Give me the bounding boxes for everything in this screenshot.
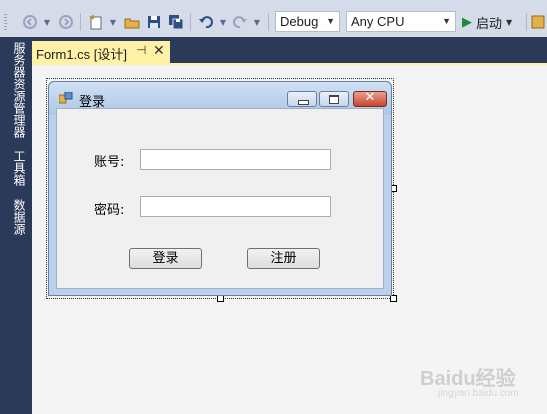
new-project-icon[interactable] xyxy=(86,12,106,32)
undo-icon[interactable] xyxy=(196,12,216,32)
back-icon[interactable] xyxy=(20,12,40,32)
solution-config-select[interactable]: Debug ▼ xyxy=(275,11,340,32)
form-client-area: 账号: 密码: 登录 注册 xyxy=(56,108,384,289)
tab-form1-design[interactable]: Form1.cs [设计] ⊣ ✕ xyxy=(32,41,170,63)
redo-icon[interactable] xyxy=(230,12,250,32)
start-button[interactable]: ▶ 启动 ▼ xyxy=(462,12,524,32)
new-dropdown-icon[interactable]: ▼ xyxy=(108,12,118,32)
login-button[interactable]: 登录 xyxy=(129,248,202,269)
maximize-button[interactable] xyxy=(319,91,349,107)
account-input[interactable] xyxy=(140,149,331,170)
form-icon xyxy=(59,92,73,104)
save-all-icon[interactable] xyxy=(166,12,186,32)
toolbar-separator xyxy=(190,13,191,31)
back-dropdown-icon[interactable]: ▼ xyxy=(42,12,52,32)
play-icon: ▶ xyxy=(462,14,472,30)
undo-dropdown-icon[interactable]: ▼ xyxy=(218,12,228,32)
redo-dropdown-icon[interactable]: ▼ xyxy=(252,12,262,32)
watermark: Baidu经验 xyxy=(420,368,516,390)
pin-icon[interactable]: ⊣ xyxy=(136,43,146,57)
auto-hide-panel: 服务器资源管理器 工具箱 数据源 xyxy=(0,37,32,414)
resize-handle-corner[interactable] xyxy=(390,295,397,302)
start-dropdown-icon: ▼ xyxy=(506,17,513,27)
save-icon[interactable] xyxy=(144,12,164,32)
standard-toolbar: ▼ ▼ ▼ ▼ Debug ▼ Any CPU ▼ ▶ 启动 ▼ xyxy=(0,6,547,38)
toolbar-separator xyxy=(526,13,527,31)
watermark-url: jingyan.baidu.com xyxy=(438,388,519,399)
close-icon[interactable]: ✕ xyxy=(153,42,165,59)
close-icon: ✕ xyxy=(364,90,376,105)
account-label: 账号: xyxy=(94,155,125,170)
tab-label: Form1.cs [设计] xyxy=(36,47,128,62)
toolbar-separator xyxy=(268,13,269,31)
minimize-button[interactable] xyxy=(287,91,317,107)
chevron-down-icon: ▼ xyxy=(442,16,451,26)
password-label: 密码: xyxy=(94,203,125,218)
chevron-down-icon: ▼ xyxy=(326,16,335,26)
data-sources-tab[interactable]: 数据源 xyxy=(6,199,28,235)
toolbox-tab[interactable]: 工具箱 xyxy=(6,150,28,186)
password-input[interactable] xyxy=(140,196,331,217)
open-folder-icon[interactable] xyxy=(122,12,142,32)
resize-handle-bottom[interactable] xyxy=(217,295,224,302)
toolbar-grip[interactable] xyxy=(4,14,7,30)
forward-icon[interactable] xyxy=(56,12,76,32)
solution-platform-select[interactable]: Any CPU ▼ xyxy=(346,11,456,32)
solution-config-value: Debug xyxy=(280,14,319,29)
server-explorer-tab[interactable]: 服务器资源管理器 xyxy=(6,42,28,138)
toolbar-separator xyxy=(80,13,81,31)
form-window[interactable]: 登录 ✕ 账号: 密码: 登录 注册 xyxy=(48,81,392,296)
start-label: 启动 xyxy=(476,15,503,31)
close-button[interactable]: ✕ xyxy=(353,90,387,107)
solution-platform-value: Any CPU xyxy=(351,14,405,29)
attach-icon[interactable] xyxy=(530,12,546,32)
register-button[interactable]: 注册 xyxy=(247,248,320,269)
